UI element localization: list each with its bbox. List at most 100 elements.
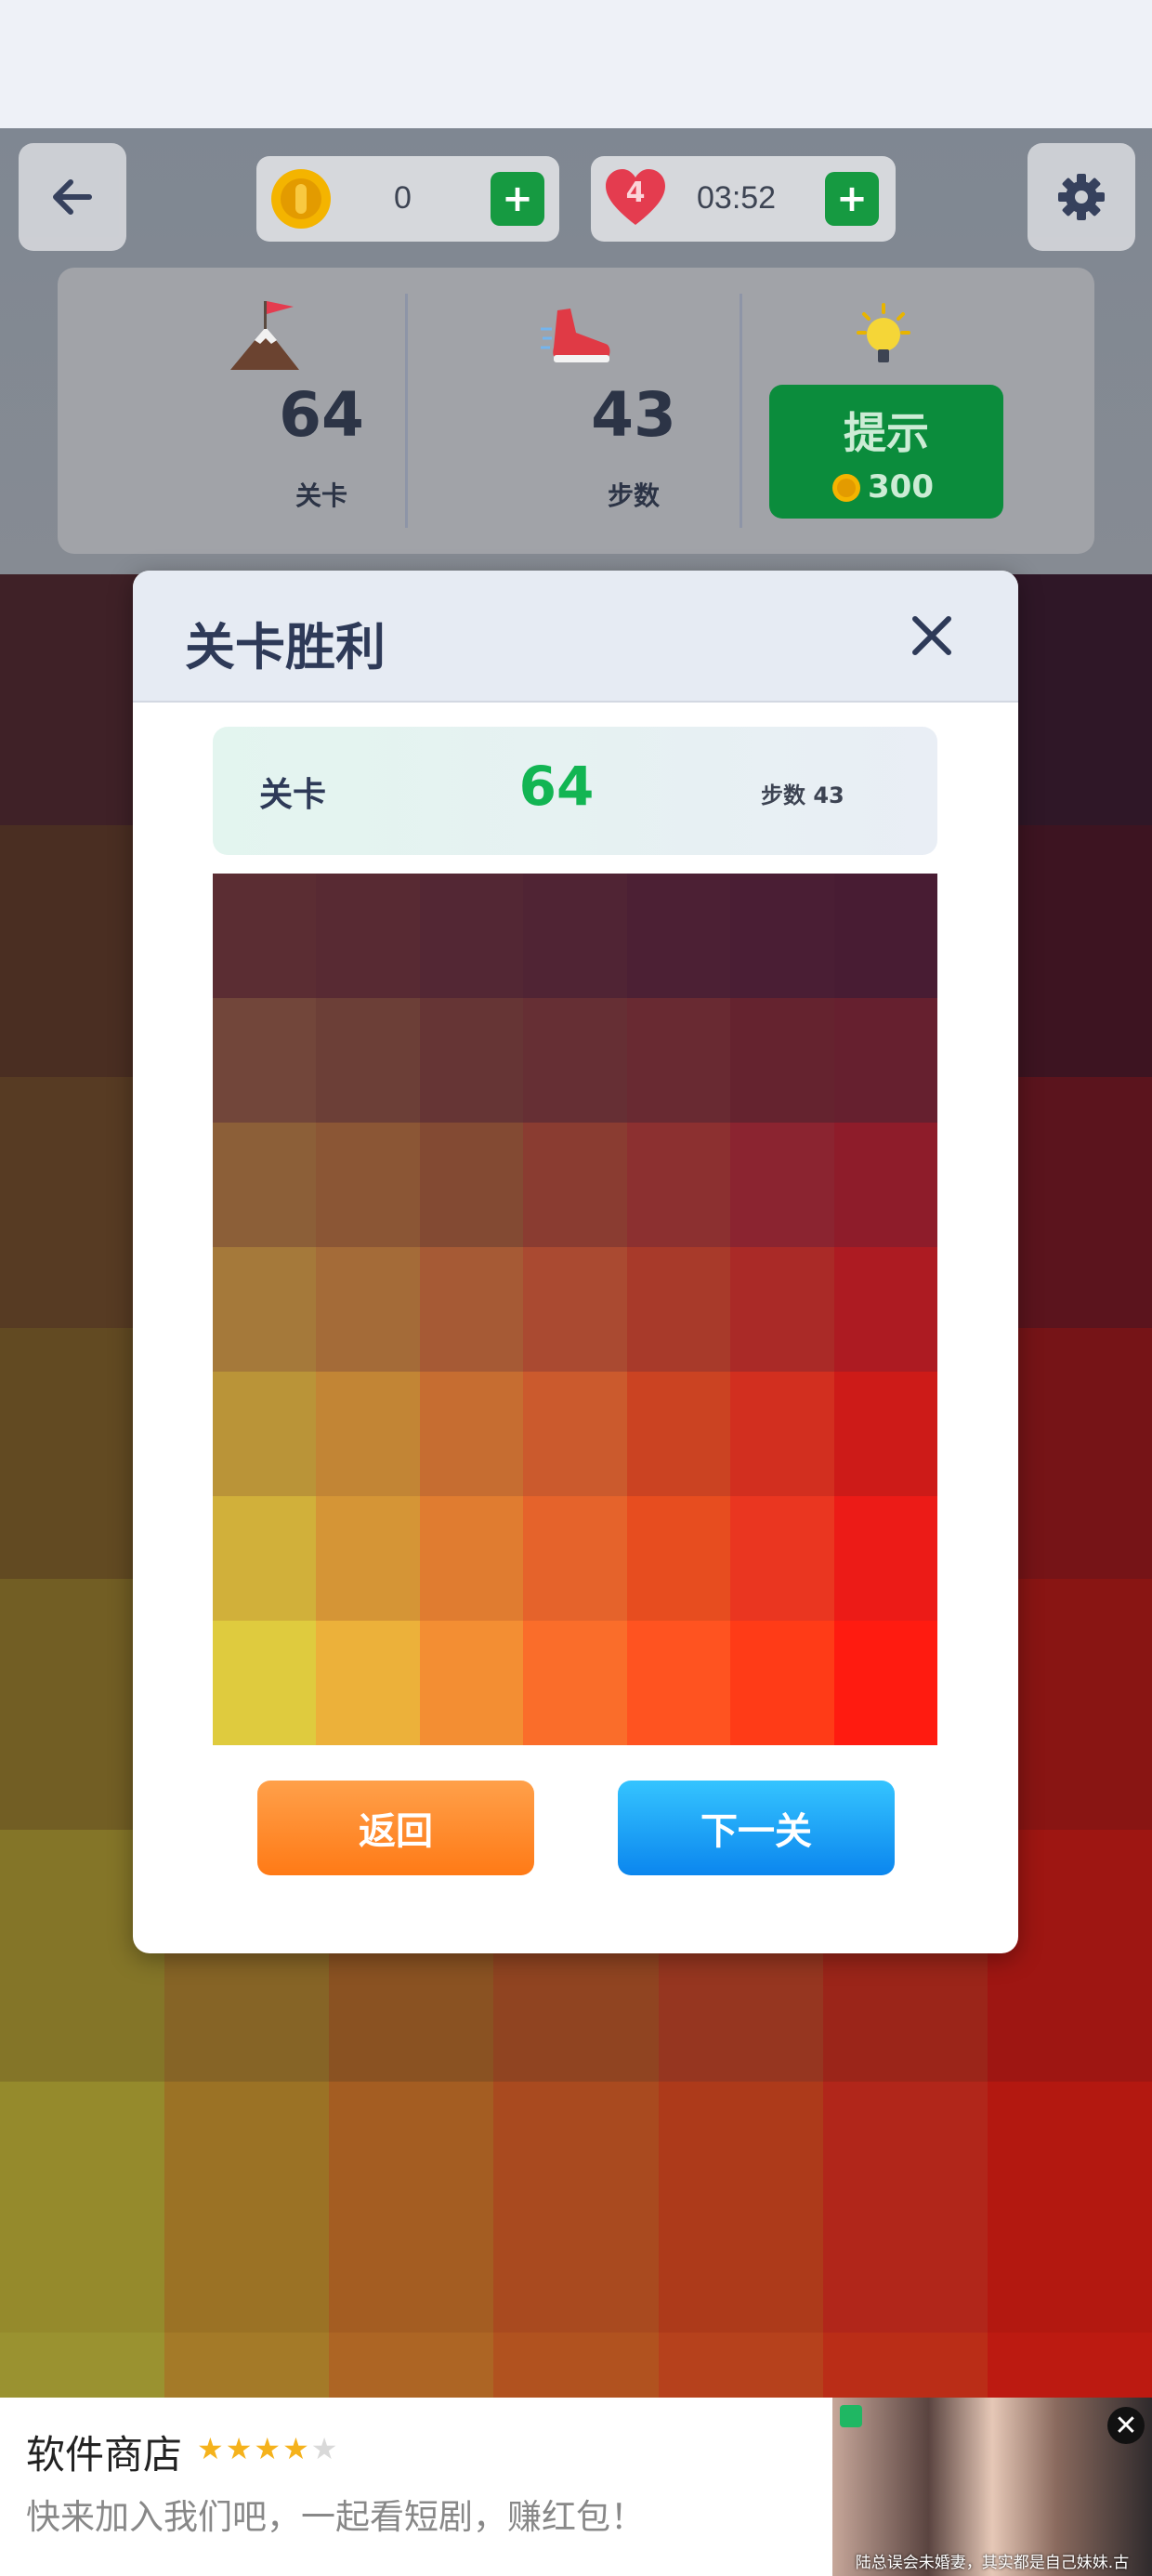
hint-label: 提示: [844, 408, 929, 458]
banner-level: 64: [518, 755, 595, 818]
ad-banner[interactable]: 软件商店 ★★★★★ 快来加入我们吧，一起看短剧，赚红包！ ✕ 陆总误会未婚妻，…: [0, 2398, 1152, 2576]
result-tile: [833, 1372, 937, 1496]
top-section: 0 + 4 03:52 + 64 关卡 43 步数 提示 300: [0, 128, 1152, 574]
board-tile[interactable]: [822, 2081, 988, 2333]
ad-caption: 陆总误会未婚妻，其实都是自己妹妹.古: [855, 2554, 1130, 2572]
result-tile: [419, 1247, 524, 1372]
result-tile: [730, 1123, 834, 1247]
result-tile: [316, 874, 420, 998]
coin-counter: 0 +: [256, 156, 559, 242]
result-tile: [316, 1496, 420, 1621]
settings-button[interactable]: [1028, 143, 1135, 251]
result-tile: [523, 1621, 627, 1745]
coin-count: 0: [394, 180, 412, 216]
coin-icon: [831, 472, 862, 504]
ad-tag-icon: [840, 2405, 862, 2427]
result-tile: [626, 1123, 731, 1247]
ad-app-name: 软件商店: [26, 2432, 183, 2477]
result-tile: [523, 1496, 627, 1621]
result-tile: [626, 874, 731, 998]
result-tile: [213, 1247, 317, 1372]
result-tile: [419, 1123, 524, 1247]
dialog-title: 关卡胜利: [185, 618, 386, 677]
stats-divider: [740, 294, 742, 528]
stats-divider: [405, 294, 408, 528]
result-tile: [626, 1372, 731, 1496]
result-tile: [730, 1496, 834, 1621]
result-tile: [833, 874, 937, 998]
close-icon: [912, 616, 951, 655]
result-tile: [833, 1123, 937, 1247]
sneaker-icon: [541, 309, 610, 362]
result-tile: [419, 998, 524, 1123]
ad-image[interactable]: ✕ 陆总误会未婚妻，其实都是自己妹妹.古: [832, 2398, 1152, 2576]
add-lives-button[interactable]: +: [825, 172, 879, 226]
result-tile: [730, 1247, 834, 1372]
level-banner: 关卡 64 步数 43: [213, 727, 937, 855]
result-tile: [523, 874, 627, 998]
result-tile: [833, 1496, 937, 1621]
board-tile[interactable]: [0, 2081, 165, 2333]
result-tile: [523, 1247, 627, 1372]
result-tile: [523, 1123, 627, 1247]
victory-dialog: 关卡胜利 关卡 64 步数 43 返回 下一关: [133, 571, 1018, 1953]
ad-rating-stars: ★★★★★: [197, 2431, 340, 2466]
banner-label: 关卡: [259, 776, 327, 814]
board-tile[interactable]: [493, 2081, 659, 2333]
lives-timer: 4 03:52 +: [591, 156, 896, 242]
result-tile: [316, 1621, 420, 1745]
level-label: 关卡: [295, 480, 347, 511]
coin-icon: [271, 169, 331, 229]
lives-count: 4: [625, 177, 646, 209]
steps-value: 43: [591, 379, 676, 451]
result-tile: [419, 1496, 524, 1621]
board-tile[interactable]: [658, 2081, 823, 2333]
board-tile[interactable]: [329, 2081, 494, 2333]
result-tile: [626, 998, 731, 1123]
result-tile: [419, 874, 524, 998]
result-tile: [523, 998, 627, 1123]
status-area: [0, 0, 1152, 128]
board-tile[interactable]: [987, 2081, 1152, 2333]
add-coins-button[interactable]: +: [491, 172, 544, 226]
return-button[interactable]: 返回: [257, 1781, 534, 1875]
ad-close-button[interactable]: ✕: [1107, 2407, 1145, 2444]
result-tile: [316, 1123, 420, 1247]
result-tile: [419, 1621, 524, 1745]
hint-button[interactable]: 提示 300: [769, 385, 1003, 519]
gear-icon: [1058, 174, 1105, 220]
result-tile: [833, 998, 937, 1123]
result-tile: [316, 1247, 420, 1372]
result-tile: [213, 874, 317, 998]
level-value: 64: [279, 379, 364, 451]
result-grid: [213, 874, 937, 1745]
lightbulb-icon: [857, 303, 910, 362]
result-tile: [730, 874, 834, 998]
steps-label: 步数: [607, 480, 660, 511]
result-tile: [523, 1372, 627, 1496]
result-tile: [626, 1496, 731, 1621]
back-button[interactable]: [19, 143, 126, 251]
mountain-flag-icon: [230, 301, 299, 370]
result-tile: [316, 1372, 420, 1496]
result-tile: [833, 1247, 937, 1372]
ad-description: 快来加入我们吧，一起看短剧，赚红包！: [26, 2497, 645, 2537]
board-tile[interactable]: [164, 2081, 330, 2333]
next-level-button[interactable]: 下一关: [618, 1781, 895, 1875]
hint-cost: 300: [868, 468, 934, 506]
result-tile: [213, 1496, 317, 1621]
result-tile: [213, 1123, 317, 1247]
result-tile: [833, 1621, 937, 1745]
banner-steps: 步数 43: [761, 782, 844, 808]
result-tile: [213, 1372, 317, 1496]
result-tile: [626, 1247, 731, 1372]
close-dialog-button[interactable]: [895, 598, 969, 673]
result-tile: [730, 1372, 834, 1496]
dialog-header: 关卡胜利: [133, 571, 1018, 703]
result-tile: [419, 1372, 524, 1496]
result-tile: [730, 998, 834, 1123]
result-tile: [213, 998, 317, 1123]
result-tile: [316, 998, 420, 1123]
result-tile: [213, 1621, 317, 1745]
arrow-left-icon: [53, 179, 92, 215]
